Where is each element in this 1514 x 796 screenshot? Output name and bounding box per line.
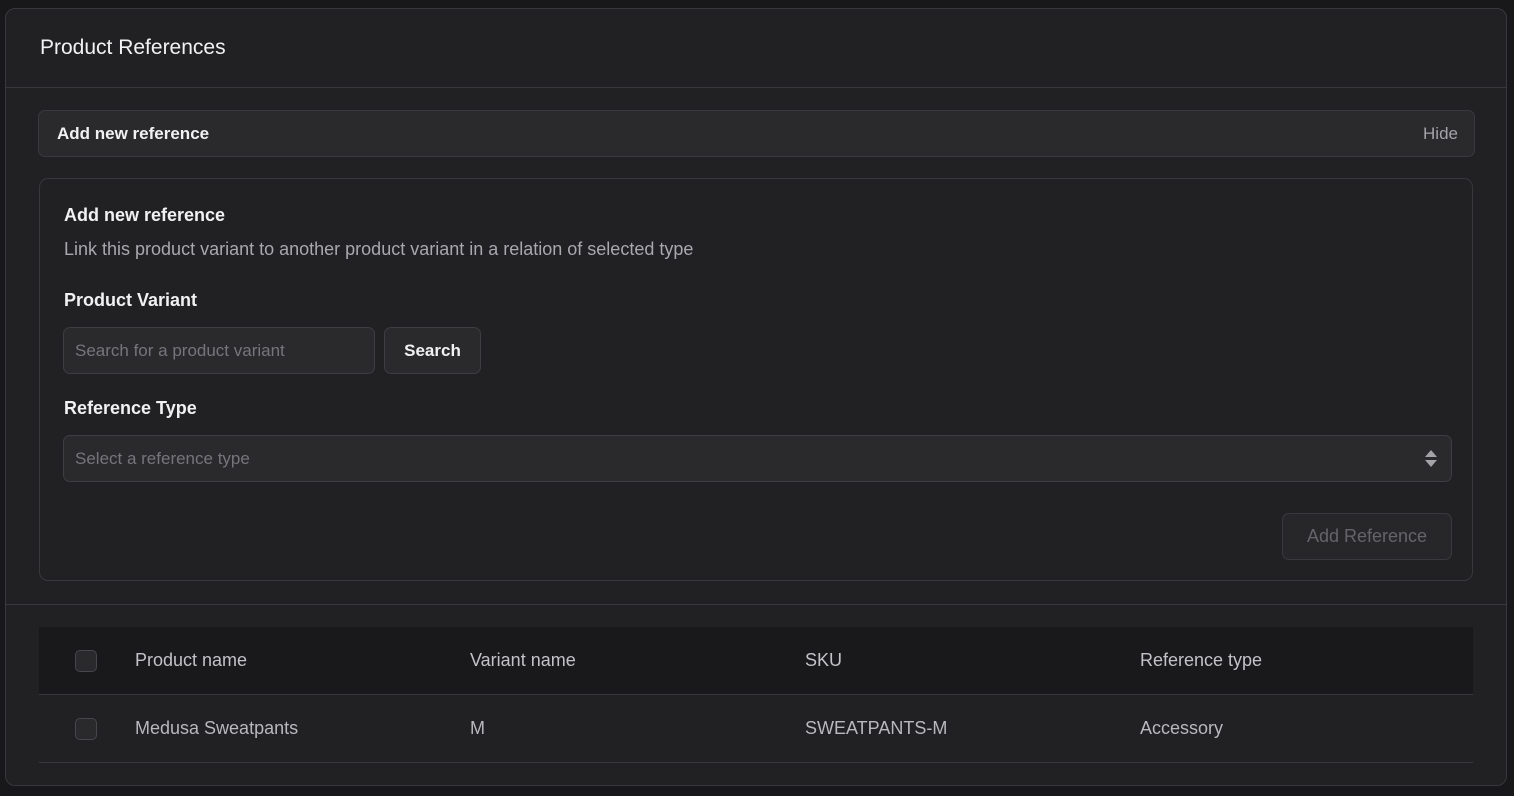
reference-type-select[interactable]: Select a reference type	[63, 435, 1452, 482]
form-title: Add new reference	[64, 205, 226, 225]
add-reference-form: Add new reference Link this product vari…	[39, 178, 1473, 581]
select-arrows-icon	[1425, 450, 1437, 467]
product-references-card: Product References Add new reference Hid…	[5, 8, 1507, 786]
hide-toggle-button[interactable]: Hide	[1423, 124, 1458, 144]
header-product-name: Product name	[135, 650, 248, 670]
cell-product-name: Medusa Sweatpants	[135, 718, 299, 738]
collapse-title: Add new reference	[57, 123, 210, 143]
cell-reference-type: Accessory	[1140, 718, 1224, 738]
search-button[interactable]: Search	[384, 327, 481, 374]
add-reference-button[interactable]: Add Reference	[1282, 513, 1452, 560]
header-sku: SKU	[805, 650, 843, 670]
add-reference-collapse-toggle[interactable]: Add new reference Hide	[38, 110, 1475, 157]
section-divider	[6, 604, 1506, 605]
header-variant-name: Variant name	[470, 650, 576, 670]
cell-sku: SWEATPANTS-M	[805, 718, 948, 738]
table-row: Medusa Sweatpants M SWEATPANTS-M Accesso…	[39, 695, 1473, 763]
product-variant-label: Product Variant	[64, 290, 198, 310]
select-all-checkbox[interactable]	[75, 649, 97, 672]
card-title: Product References	[40, 36, 226, 59]
card-header: Product References	[6, 9, 1506, 88]
reference-type-placeholder: Select a reference type	[75, 448, 250, 468]
cell-variant-name: M	[470, 718, 485, 738]
table-header-row: Product name Variant name SKU Reference …	[39, 627, 1473, 695]
product-variant-search-input[interactable]	[63, 327, 375, 374]
row-checkbox[interactable]	[75, 717, 97, 740]
references-table: Product name Variant name SKU Reference …	[39, 627, 1473, 763]
reference-type-label: Reference Type	[64, 398, 197, 418]
header-reference-type: Reference type	[1140, 650, 1263, 670]
form-description: Link this product variant to another pro…	[64, 239, 694, 259]
